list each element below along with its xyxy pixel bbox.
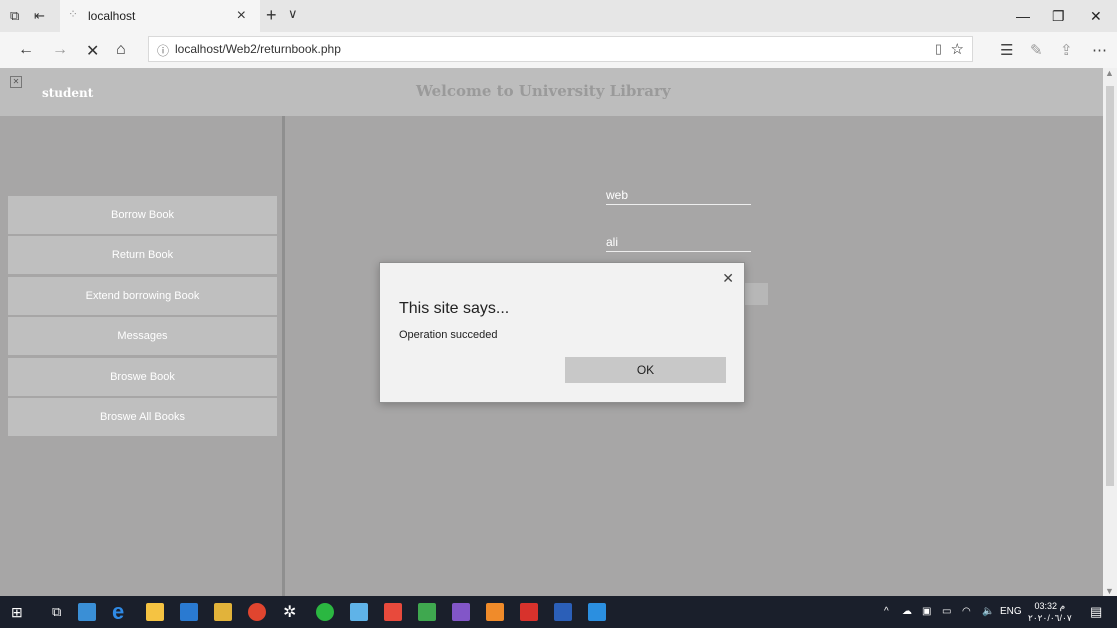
colorful-app-icon[interactable] bbox=[384, 603, 402, 621]
word-icon[interactable] bbox=[554, 603, 572, 621]
chrome-icon[interactable] bbox=[248, 603, 266, 621]
dialog-close-icon[interactable]: ✕ bbox=[722, 270, 734, 287]
stop-icon[interactable]: ✕ bbox=[86, 41, 99, 61]
menu-item-extend-borrowing[interactable]: Extend borrowing Book bbox=[8, 277, 277, 317]
dialog-message: Operation succeded bbox=[399, 329, 498, 341]
onedrive-icon[interactable]: ☁ bbox=[902, 606, 912, 617]
task-view-icon[interactable]: ⧉ bbox=[52, 604, 61, 620]
tab-close-icon[interactable]: × bbox=[237, 7, 246, 25]
dialog-title: This site says... bbox=[399, 300, 510, 317]
student-name-field[interactable]: ali bbox=[606, 235, 751, 252]
taskbar: ⊞ ⧉ e ✲ ^ ☁ ▣ ▭ ◠ 🔈 ENG 03:32 م ٢٠٢٠/٠٦/… bbox=[0, 596, 1117, 628]
menu-item-borrow-book[interactable]: Borrow Book bbox=[8, 196, 277, 236]
tabs-aside-icon[interactable]: ⧉ bbox=[10, 8, 19, 24]
shopping-bag-icon[interactable] bbox=[146, 603, 164, 621]
share-icon[interactable]: ⇪ bbox=[1060, 41, 1073, 59]
maximize-icon[interactable]: ❐ bbox=[1052, 8, 1065, 25]
clock-date: ٢٠٢٠/٠٦/٠٧ bbox=[1028, 613, 1072, 623]
acrobat-icon[interactable] bbox=[520, 603, 538, 621]
mail-icon[interactable] bbox=[180, 603, 198, 621]
tray-app-icon[interactable]: ▣ bbox=[922, 606, 931, 617]
page-title: Welcome to University Library bbox=[416, 82, 671, 100]
page-header: ✕ student Welcome to University Library bbox=[0, 68, 1103, 116]
tab-list-chevron-icon[interactable]: ∨ bbox=[288, 6, 298, 22]
xampp-icon[interactable] bbox=[486, 603, 504, 621]
visual-studio-icon[interactable] bbox=[452, 603, 470, 621]
minimize-icon[interactable]: — bbox=[1016, 8, 1030, 24]
tab-localhost[interactable]: ⁘ localhost × bbox=[60, 0, 260, 32]
notifications-icon[interactable]: ▤ bbox=[1090, 604, 1102, 620]
tab-title: localhost bbox=[88, 9, 136, 23]
windows-start-icon[interactable]: ⊞ bbox=[11, 604, 23, 621]
url-text: localhost/Web2/returnbook.php bbox=[175, 42, 341, 56]
volume-icon[interactable]: 🔈 bbox=[982, 606, 994, 617]
wifi-icon[interactable]: ◠ bbox=[962, 606, 971, 617]
menu-item-messages[interactable]: Messages bbox=[8, 317, 277, 357]
scroll-down-icon[interactable]: ▼ bbox=[1105, 586, 1114, 596]
3d-box-icon[interactable] bbox=[350, 603, 368, 621]
language-indicator[interactable]: ENG bbox=[1000, 606, 1022, 617]
tab-preview-icon[interactable]: ⇤ bbox=[34, 8, 45, 24]
tray-chevron-icon[interactable]: ^ bbox=[884, 606, 889, 617]
reading-view-icon[interactable]: ▯ bbox=[935, 41, 942, 57]
favorite-star-icon[interactable]: ☆ bbox=[951, 40, 964, 58]
browser-nav-bar: ← → ✕ ⌂ ⓘ localhost/Web2/returnbook.php … bbox=[0, 32, 1117, 69]
sidebar-divider bbox=[282, 116, 285, 596]
page-scrollbar[interactable]: ▲ ▼ bbox=[1103, 68, 1117, 596]
browser-tab-bar: ⧉ ⇤ ⁘ localhost × + ∨ — ❐ ✕ bbox=[0, 0, 1117, 32]
vscode-icon[interactable] bbox=[588, 603, 606, 621]
loading-icon: ⁘ bbox=[68, 7, 79, 21]
store-icon[interactable] bbox=[78, 603, 96, 621]
pen-icon[interactable]: ✎ bbox=[1030, 41, 1043, 59]
dev-tool-icon[interactable] bbox=[418, 603, 436, 621]
favorites-hub-icon[interactable]: ☰ bbox=[1000, 41, 1013, 59]
more-icon[interactable]: ⋯ bbox=[1092, 41, 1107, 59]
forward-icon[interactable]: → bbox=[52, 41, 68, 59]
book-name-field[interactable]: web bbox=[606, 188, 751, 205]
broken-image-icon: ✕ bbox=[10, 76, 22, 88]
info-icon[interactable]: ⓘ bbox=[157, 42, 169, 59]
menu-item-browse-all-books[interactable]: Broswe All Books bbox=[8, 398, 277, 438]
close-window-icon[interactable]: ✕ bbox=[1090, 8, 1102, 25]
scroll-up-icon[interactable]: ▲ bbox=[1105, 68, 1114, 78]
ok-button[interactable]: OK bbox=[565, 357, 726, 383]
menu-item-return-book[interactable]: Return Book bbox=[8, 236, 277, 276]
new-tab-icon[interactable]: + bbox=[266, 5, 277, 26]
menu-item-browse-book[interactable]: Broswe Book bbox=[8, 358, 277, 398]
battery-icon[interactable]: ▭ bbox=[942, 606, 951, 617]
edge-icon[interactable]: e bbox=[112, 599, 124, 625]
whatsapp-icon[interactable] bbox=[316, 603, 334, 621]
scrollbar-thumb[interactable] bbox=[1106, 86, 1114, 486]
address-bar[interactable]: ⓘ localhost/Web2/returnbook.php ▯ ☆ bbox=[148, 36, 973, 62]
clock-time: 03:32 م bbox=[1034, 601, 1066, 611]
file-explorer-icon[interactable] bbox=[214, 603, 232, 621]
settings-gear-icon[interactable]: ✲ bbox=[283, 602, 296, 622]
user-label: student bbox=[42, 86, 94, 100]
alert-dialog: ✕ This site says... Operation succeded O… bbox=[379, 262, 745, 403]
home-icon[interactable]: ⌂ bbox=[116, 41, 126, 59]
back-icon[interactable]: ← bbox=[18, 41, 34, 59]
clock[interactable]: 03:32 م ٢٠٢٠/٠٦/٠٧ bbox=[1028, 600, 1072, 624]
